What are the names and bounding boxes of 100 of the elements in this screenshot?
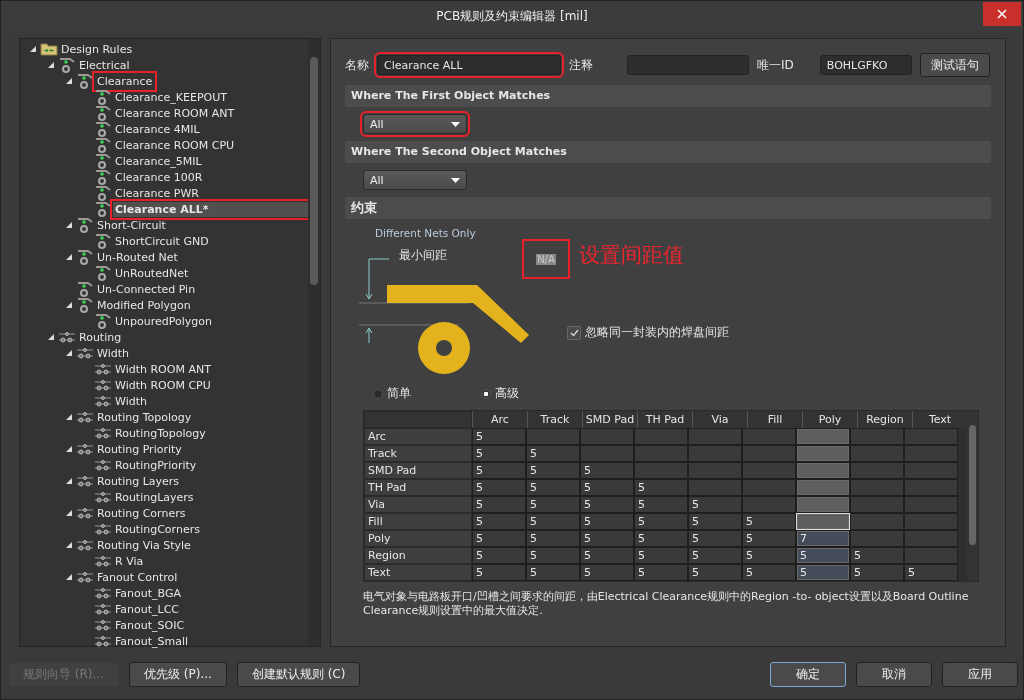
matrix-cell[interactable]: 5 — [472, 513, 526, 530]
tree-item[interactable]: Width — [113, 393, 149, 409]
tree-item[interactable]: Fanout_SOIC — [113, 617, 187, 633]
matrix-cell[interactable]: 5 — [796, 547, 850, 564]
tree-item[interactable]: Short-Circuit — [95, 217, 168, 233]
matrix-cell[interactable]: 5 — [850, 547, 904, 564]
tree-item[interactable]: UnRoutedNet — [113, 265, 191, 281]
matrix-cell[interactable]: 5 — [742, 530, 796, 547]
expanded-triangle-icon[interactable] — [66, 574, 72, 580]
unique-id-field[interactable]: BOHLGFKO — [819, 55, 912, 75]
expanded-triangle-icon[interactable] — [66, 254, 72, 260]
dialog-button[interactable]: 应用 — [942, 661, 1018, 687]
matrix-cell[interactable]: 5 — [796, 564, 850, 581]
tree-item[interactable]: RoutingCorners — [113, 521, 202, 537]
radio-button[interactable] — [373, 388, 383, 399]
matrix-cell[interactable] — [580, 445, 634, 462]
matrix-cell[interactable]: 5 — [472, 428, 526, 445]
matrix-cell[interactable] — [850, 496, 904, 513]
matrix-cell[interactable]: 5 — [904, 564, 958, 581]
matrix-cell[interactable] — [742, 428, 796, 445]
matrix-cell[interactable] — [904, 547, 958, 564]
matrix-cell[interactable]: 7 — [796, 530, 850, 547]
dialog-button[interactable]: 创建默认规则 (C) — [236, 661, 361, 687]
tree-item[interactable]: Fanout_LCC — [113, 601, 182, 617]
tree-item[interactable]: Routing Priority — [95, 441, 184, 457]
tree-item[interactable]: Un-Routed Net — [95, 249, 180, 265]
matrix-cell[interactable] — [796, 462, 850, 479]
test-query-button[interactable]: 测试语句 — [919, 53, 990, 77]
matrix-cell[interactable] — [904, 530, 958, 547]
tree-item[interactable]: Clearance 4MIL — [113, 121, 202, 137]
matrix-cell[interactable]: 5 — [634, 479, 688, 496]
tree-item[interactable]: Width ROOM ANT — [113, 361, 213, 377]
matrix-cell[interactable]: 5 — [472, 496, 526, 513]
matrix-cell[interactable] — [904, 428, 958, 445]
first-object-dropdown[interactable]: All — [363, 114, 467, 134]
tree-item[interactable]: ShortCircuit GND — [113, 233, 211, 249]
matrix-cell[interactable] — [904, 496, 958, 513]
dialog-button[interactable]: 取消 — [856, 661, 932, 687]
dialog-button[interactable]: 确定 — [770, 661, 846, 687]
matrix-cell[interactable]: 5 — [526, 462, 580, 479]
matrix-cell[interactable]: 5 — [472, 462, 526, 479]
matrix-cell[interactable]: 5 — [526, 445, 580, 462]
matrix-cell[interactable] — [850, 513, 904, 530]
matrix-cell[interactable]: 5 — [472, 445, 526, 462]
matrix-cell[interactable] — [904, 445, 958, 462]
matrix-cell[interactable] — [850, 462, 904, 479]
checkbox[interactable] — [567, 325, 581, 340]
tree-scrollbar[interactable] — [308, 39, 320, 646]
tree-item[interactable]: Routing Layers — [95, 473, 182, 489]
matrix-cell[interactable] — [634, 445, 688, 462]
matrix-cell[interactable] — [688, 462, 742, 479]
close-button[interactable] — [983, 2, 1021, 26]
tree-item[interactable]: Fanout Control — [95, 569, 180, 585]
matrix-cell[interactable]: 5 — [580, 496, 634, 513]
matrix-cell[interactable]: 5 — [688, 496, 742, 513]
matrix-cell[interactable] — [634, 428, 688, 445]
matrix-cell[interactable] — [742, 445, 796, 462]
matrix-cell[interactable] — [850, 530, 904, 547]
expanded-triangle-icon[interactable] — [66, 478, 72, 484]
mode-radio[interactable]: 简单 — [373, 385, 411, 402]
expanded-triangle-icon[interactable] — [66, 414, 72, 420]
matrix-cell[interactable] — [742, 479, 796, 496]
tree-item[interactable]: Clearance 100R — [113, 169, 205, 185]
matrix-cell[interactable]: 5 — [688, 513, 742, 530]
tree-item[interactable]: RoutingLayers — [113, 489, 196, 505]
matrix-cell[interactable]: 5 — [634, 530, 688, 547]
tree-item[interactable]: Routing Via Style — [95, 537, 193, 553]
second-object-dropdown[interactable]: All — [363, 170, 467, 190]
matrix-cell[interactable] — [850, 479, 904, 496]
matrix-cell[interactable]: 5 — [526, 564, 580, 581]
matrix-cell[interactable]: 5 — [472, 530, 526, 547]
tree-item[interactable]: Clearance ROOM ANT — [113, 105, 237, 121]
tree-item[interactable]: Clearance_KEEPOUT — [113, 89, 229, 105]
tree-item[interactable]: Clearance — [95, 73, 155, 89]
matrix-cell[interactable]: 5 — [634, 547, 688, 564]
mode-radio[interactable]: 高级 — [481, 385, 519, 402]
matrix-cell[interactable]: 5 — [472, 479, 526, 496]
matrix-cell[interactable]: 5 — [472, 564, 526, 581]
tree-item[interactable]: Modified Polygon — [95, 297, 193, 313]
tree-item[interactable]: Width ROOM CPU — [113, 377, 213, 393]
tree-item[interactable]: UnpouredPolygon — [113, 313, 214, 329]
matrix-cell[interactable]: 5 — [580, 530, 634, 547]
matrix-cell[interactable]: 5 — [526, 547, 580, 564]
matrix-cell[interactable]: 5 — [688, 547, 742, 564]
matrix-cell[interactable] — [904, 479, 958, 496]
matrix-cell[interactable]: 5 — [580, 479, 634, 496]
tree-item[interactable]: R Via — [113, 553, 146, 569]
tree-item[interactable]: Un-Connected Pin — [95, 281, 198, 297]
expanded-triangle-icon[interactable] — [66, 542, 72, 548]
matrix-cell[interactable] — [688, 479, 742, 496]
matrix-cell[interactable] — [796, 479, 850, 496]
tree-item[interactable]: Clearance_5MIL — [113, 153, 204, 169]
matrix-cell[interactable]: 5 — [850, 564, 904, 581]
tree-item[interactable]: Routing Corners — [95, 505, 188, 521]
matrix-cell[interactable]: 5 — [526, 479, 580, 496]
tree-item[interactable]: Fanout_BGA — [113, 585, 183, 601]
expanded-triangle-icon[interactable] — [48, 62, 54, 68]
dialog-button[interactable]: 优先级 (P)... — [128, 661, 227, 687]
matrix-cell[interactable]: 5 — [580, 547, 634, 564]
matrix-cell[interactable]: 5 — [634, 513, 688, 530]
